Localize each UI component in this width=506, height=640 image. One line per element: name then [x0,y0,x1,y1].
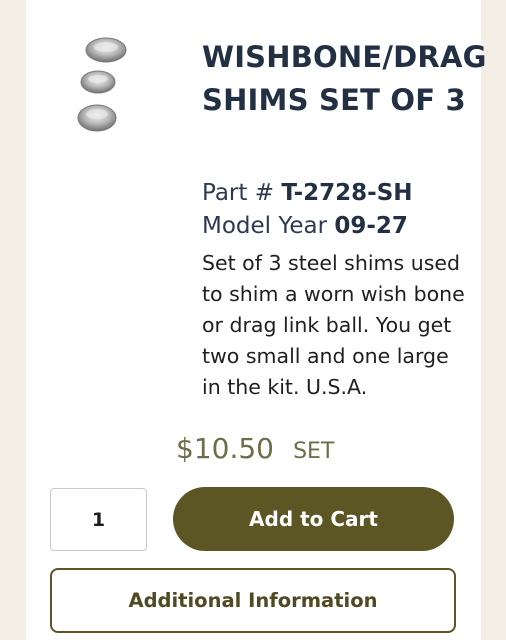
price-row: $10.50 SET [176,432,334,465]
product-image[interactable] [70,32,134,136]
part-number-label: Part # [202,180,282,206]
model-year-label: Model Year [202,213,335,239]
part-number-line: Part # T-2728-SH [202,180,413,206]
product-description: Set of 3 steel shims used to shim a worn… [202,251,465,399]
metal-shims-image-icon [77,37,127,132]
additional-information-button[interactable]: Additional Information [50,568,456,633]
add-to-cart-button[interactable]: Add to Cart [173,487,454,551]
part-number-value: T-2728-SH [281,180,413,206]
price-unit: SET [293,439,335,464]
price-value: $10.50 [176,432,274,465]
model-year-line: Model Year 09-27 [202,213,408,239]
product-title: WISHBONE/DRAG SHIMS SET OF 3 [202,40,487,117]
model-year-value: 09-27 [334,213,408,239]
quantity-input[interactable]: 1 [50,488,147,551]
